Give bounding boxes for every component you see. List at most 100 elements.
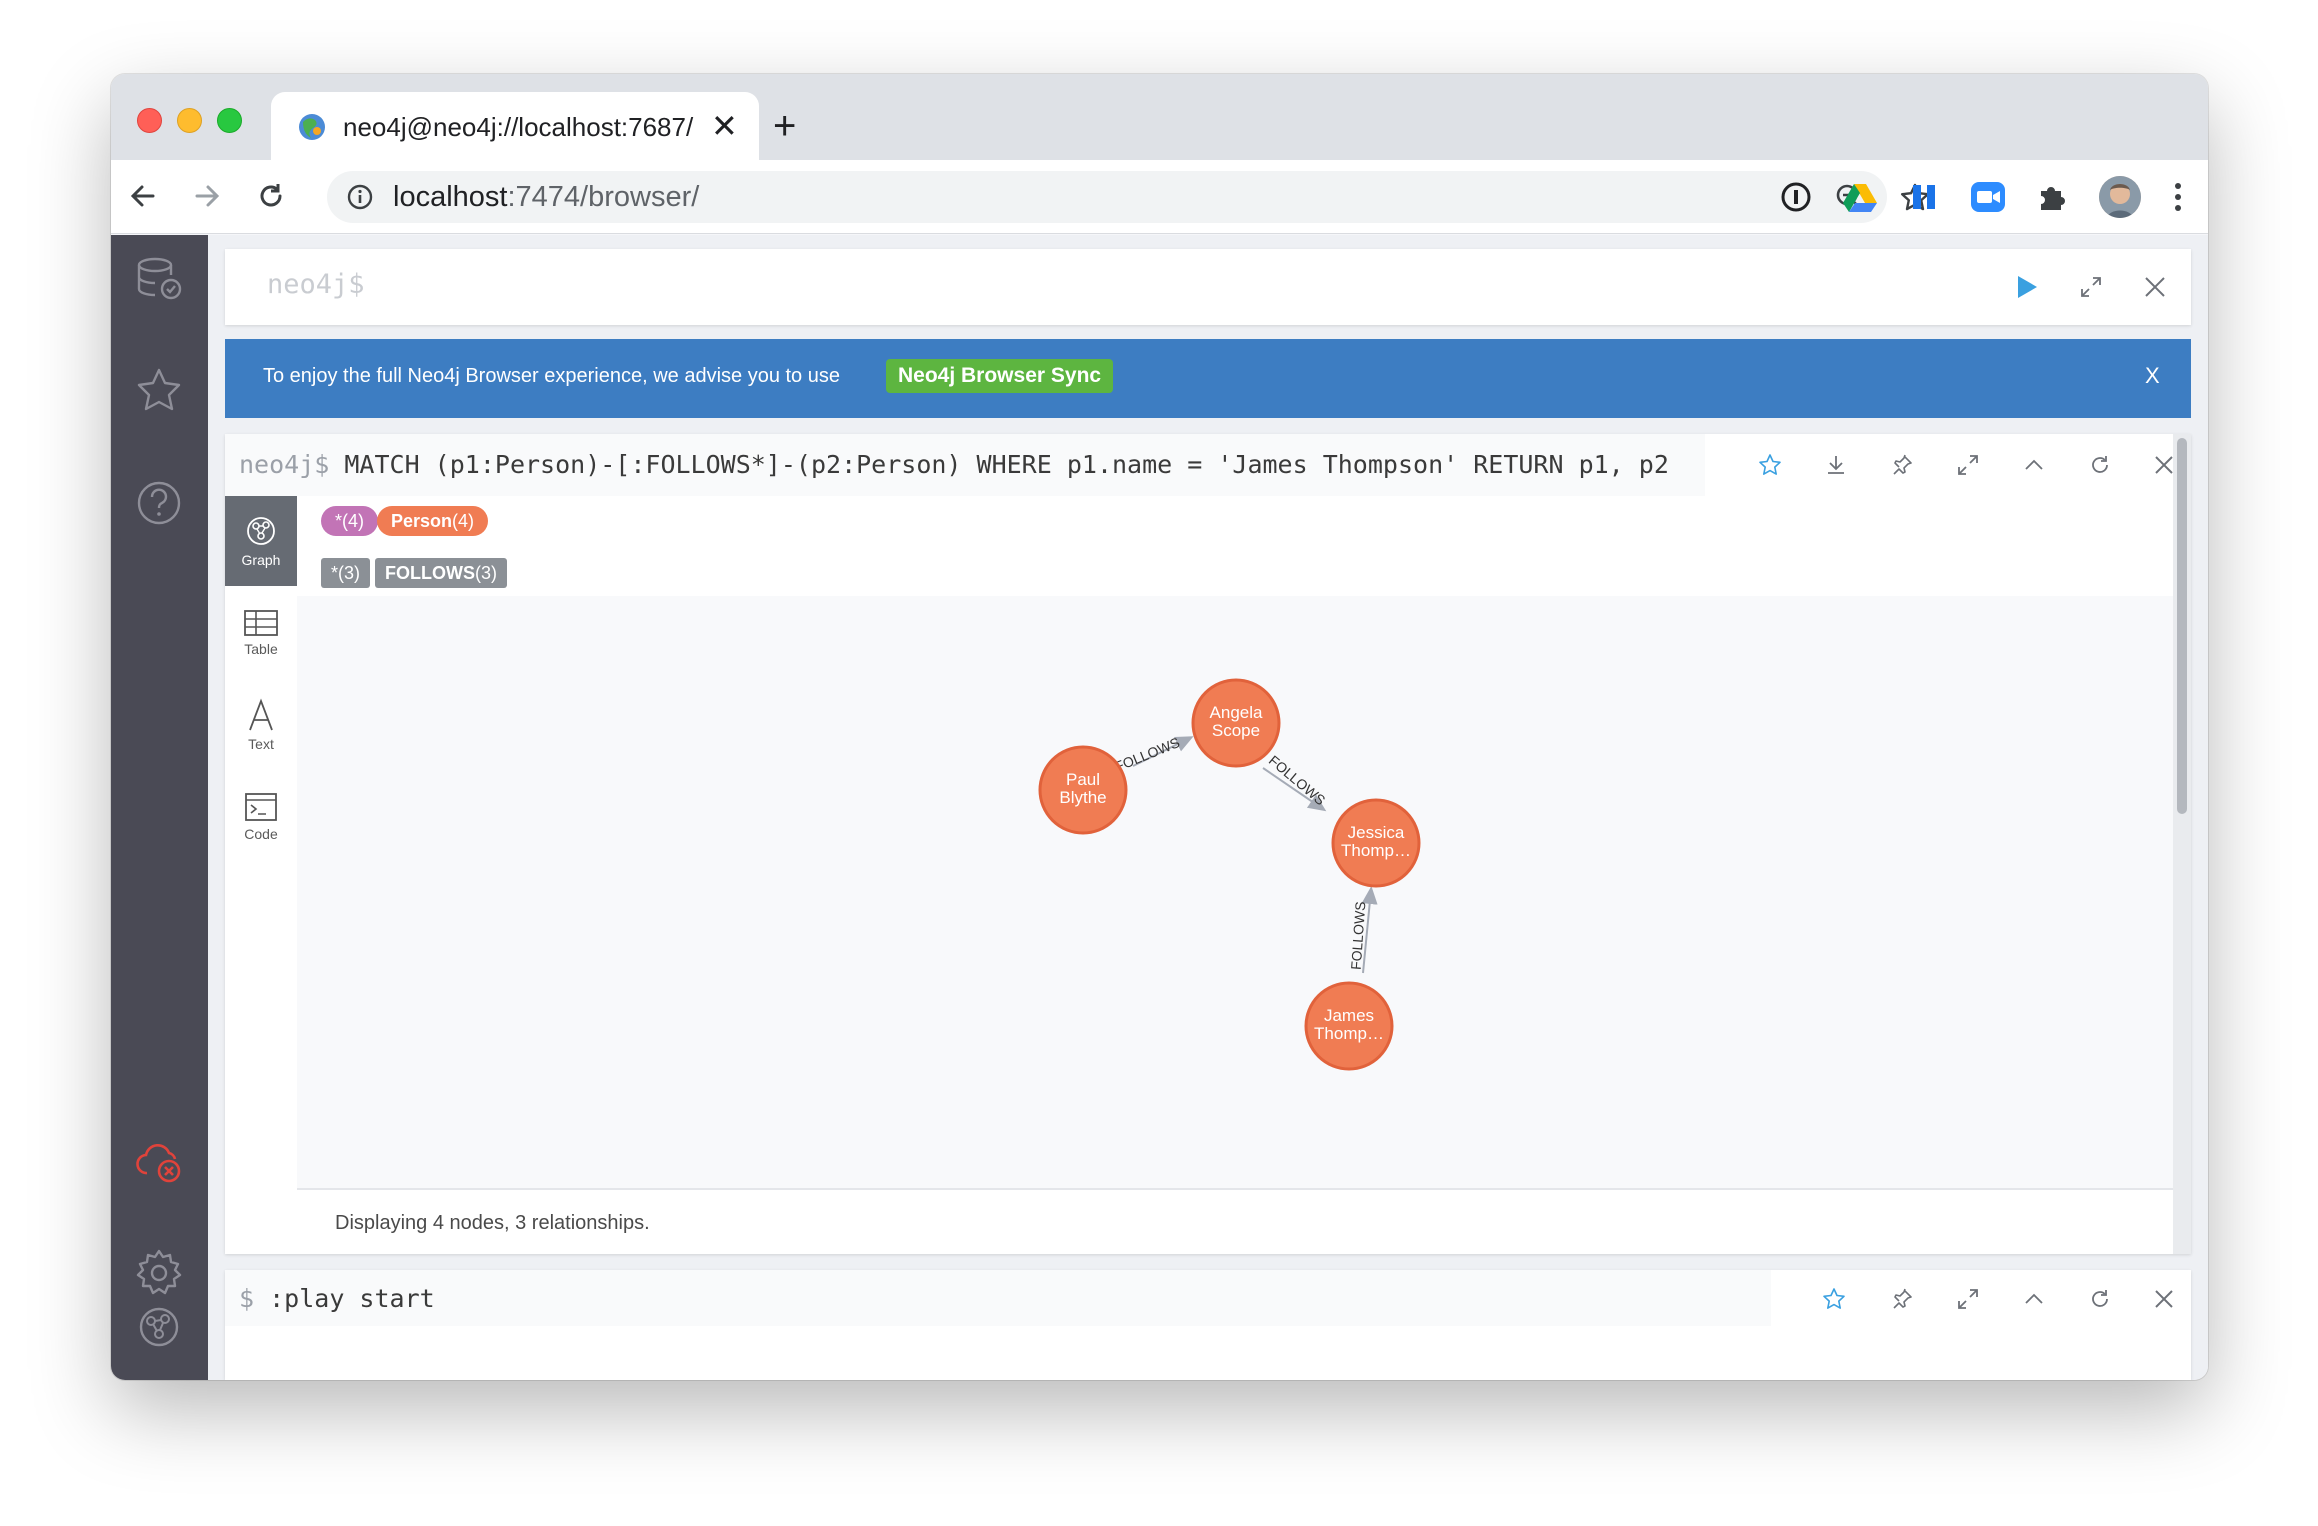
graph-visualization[interactable]: FOLLOWS FOLLOWS FOLLOWS Paul Blythe Ange…	[297, 596, 2173, 1188]
fullscreen-button[interactable]	[1949, 446, 1987, 484]
database-icon[interactable]	[133, 253, 185, 305]
close-frame-button[interactable]	[2145, 1280, 2183, 1318]
legend-all-nodes-pill[interactable]: *(4)	[321, 506, 379, 536]
forward-button[interactable]	[185, 174, 229, 218]
node-james-thompson[interactable]: James Thomp…	[1304, 981, 1394, 1071]
play-start-frame: $ :play start	[225, 1270, 2191, 1380]
node-paul-blythe[interactable]: Paul Blythe	[1038, 745, 1128, 835]
node-jessica-thompson[interactable]: Jessica Thomp…	[1331, 798, 1421, 888]
settings-gear-icon[interactable]	[133, 1247, 185, 1299]
url-text[interactable]: localhost:7474/browser/	[393, 181, 699, 214]
frame-query-text: :play start	[269, 1284, 435, 1313]
expand-icon	[1958, 1289, 1978, 1309]
result-status-bar: Displaying 4 nodes, 3 relationships.	[297, 1188, 2173, 1254]
relationship-angela-jessica[interactable]: FOLLOWS	[1262, 752, 1329, 812]
frame-prompt: neo4j$	[239, 450, 330, 479]
expand-icon	[1958, 455, 1978, 475]
browser-tab[interactable]: neo4j@neo4j://localhost:7687/ ✕	[271, 92, 759, 160]
fullscreen-button[interactable]	[1949, 1280, 1987, 1318]
run-query-button[interactable]	[2007, 267, 2047, 307]
pin-button[interactable]	[1883, 1280, 1921, 1318]
cloud-disconnected-icon[interactable]	[133, 1135, 185, 1187]
reload-button[interactable]	[249, 174, 293, 218]
frame-header[interactable]: $ :play start	[225, 1270, 1771, 1326]
favorite-query-button[interactable]	[1751, 446, 1789, 484]
legend-person-label: Person	[391, 511, 453, 531]
help-icon[interactable]	[133, 477, 185, 529]
chevron-up-icon	[2025, 1293, 2043, 1304]
node-angela-scope[interactable]: Angela Scope	[1191, 678, 1281, 768]
tab-graph[interactable]: Graph	[225, 496, 297, 586]
frame-query[interactable]: neo4j$ MATCH (p1:Person)-[:FOLLOWS*]-(p2…	[239, 450, 1669, 479]
banner-close-button[interactable]: X	[2145, 363, 2160, 389]
rerun-button[interactable]	[2081, 446, 2119, 484]
download-button[interactable]	[1817, 446, 1855, 484]
tab-title: neo4j@neo4j://localhost:7687/	[343, 112, 694, 142]
download-icon	[1828, 456, 1844, 474]
url-path: :7474/browser/	[507, 181, 700, 213]
minimize-window-button[interactable]	[177, 108, 202, 133]
clear-editor-button[interactable]	[2135, 267, 2175, 307]
view-tabs: Graph Table Text Code	[225, 496, 297, 1254]
legend-follows-pill[interactable]: FOLLOWS(3)	[375, 558, 507, 588]
expand-icon	[2081, 277, 2101, 297]
extensions-puzzle-icon[interactable]	[2035, 180, 2069, 214]
close-tab-icon[interactable]: ✕	[711, 108, 738, 144]
tab-code[interactable]: Code	[225, 772, 297, 862]
new-tab-button[interactable]: +	[773, 106, 796, 146]
graph-canvas[interactable]: FOLLOWS FOLLOWS FOLLOWS Paul Blythe Ange…	[297, 596, 2173, 1188]
node-label-line2: Thomp…	[1341, 841, 1411, 860]
text-icon	[249, 698, 273, 731]
legend-person-pill[interactable]: Person(4)	[377, 506, 489, 536]
frame-scrollbar-thumb[interactable]	[2177, 438, 2187, 814]
banner-text: To enjoy the full Neo4j Browser experien…	[263, 365, 840, 387]
more-menu-icon[interactable]	[2161, 180, 2195, 214]
google-drive-icon[interactable]	[1843, 180, 1877, 214]
star-icon	[1823, 1288, 1845, 1309]
frame-prompt: $	[239, 1284, 255, 1313]
expand-editor-button[interactable]	[2071, 267, 2111, 307]
pin-button[interactable]	[1883, 446, 1921, 484]
address-bar[interactable]: localhost:7474/browser/	[327, 171, 1929, 223]
graph-icon	[247, 517, 275, 545]
browser-window: neo4j@neo4j://localhost:7687/ ✕ + localh…	[111, 74, 2208, 1380]
info-icon[interactable]	[347, 184, 373, 210]
relationship-james-jessica[interactable]: FOLLOWS	[1348, 886, 1378, 974]
neo4j-favicon-icon	[299, 114, 325, 140]
browser-sync-link[interactable]: Neo4j Browser Sync	[886, 359, 1114, 393]
rerun-icon	[2092, 456, 2108, 473]
favorites-star-icon[interactable]	[133, 365, 185, 417]
tab-text[interactable]: Text	[225, 680, 297, 770]
relationship-paul-angela[interactable]: FOLLOWS	[1112, 734, 1194, 775]
frame-query[interactable]: $ :play start	[239, 1284, 435, 1313]
node-label-line2: Blythe	[1059, 788, 1106, 807]
result-frame: neo4j$ MATCH (p1:Person)-[:FOLLOWS*]-(p2…	[225, 434, 2191, 1254]
close-window-button[interactable]	[137, 108, 162, 133]
avatar	[2099, 176, 2141, 218]
rerun-button[interactable]	[2081, 1280, 2119, 1318]
back-button[interactable]	[121, 174, 165, 218]
node-label-line1: James	[1324, 1006, 1374, 1025]
zoom-video-icon[interactable]	[1971, 180, 2005, 214]
password-extension-icon[interactable]	[1779, 180, 1813, 214]
neo4j-sidebar	[111, 235, 208, 1380]
maximize-window-button[interactable]	[217, 108, 242, 133]
node-label-line1: Paul	[1066, 770, 1100, 789]
favorite-query-button[interactable]	[1815, 1280, 1853, 1318]
legend-follows-label: FOLLOWS	[385, 563, 475, 583]
reload-icon	[260, 184, 282, 207]
frame-header[interactable]: neo4j$ MATCH (p1:Person)-[:FOLLOWS*]-(p2…	[225, 434, 1705, 496]
editor-prompt[interactable]: neo4j$	[267, 269, 365, 300]
collapse-button[interactable]	[2015, 446, 2053, 484]
tab-table[interactable]: Table	[225, 588, 297, 678]
neo4j-logo-icon[interactable]	[133, 1301, 185, 1353]
close-icon	[2145, 277, 2165, 297]
profile-avatar[interactable]	[2099, 176, 2141, 218]
pause-extension-icon[interactable]	[1907, 180, 1941, 214]
legend-all-rels-pill[interactable]: *(3)	[321, 558, 371, 588]
relationship-label: FOLLOWS	[1266, 752, 1329, 808]
legend-all-nodes-label: *	[335, 511, 343, 531]
collapse-button[interactable]	[2015, 1280, 2053, 1318]
cypher-editor[interactable]: neo4j$	[225, 249, 2191, 325]
frame-query-text: MATCH (p1:Person)-[:FOLLOWS*]-(p2:Person…	[344, 450, 1669, 479]
